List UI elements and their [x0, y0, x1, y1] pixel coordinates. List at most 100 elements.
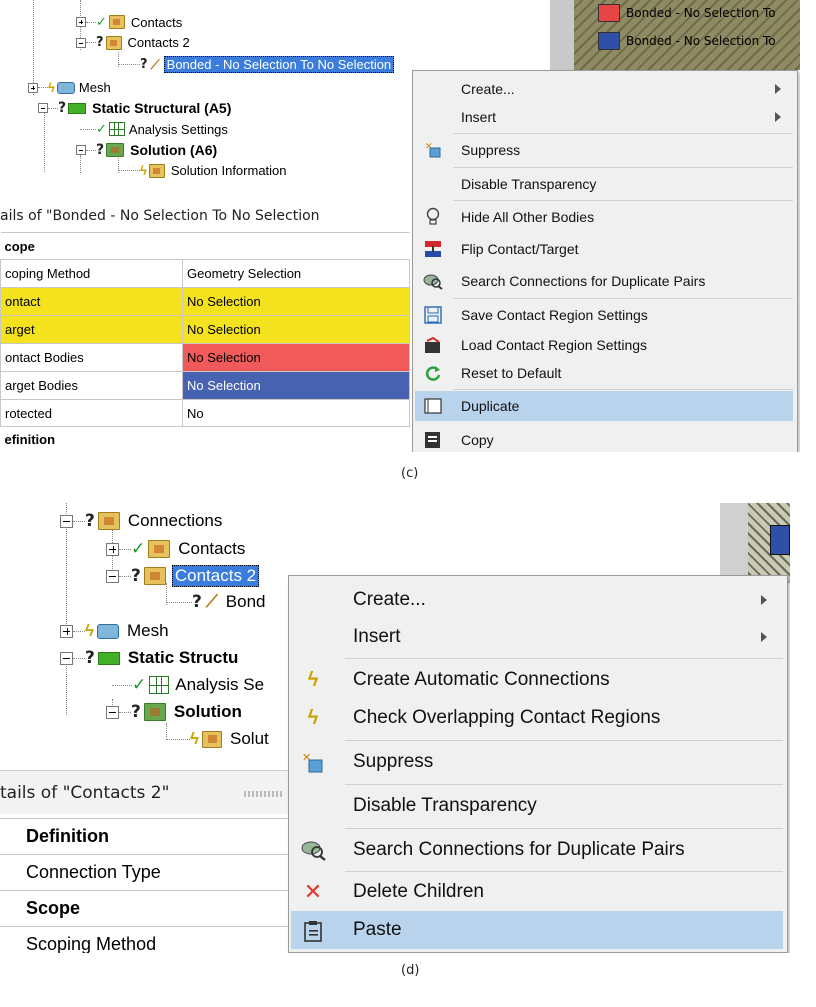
submenu-arrow-icon [761, 632, 767, 642]
expand-icon[interactable] [106, 542, 119, 556]
tree-item-solution[interactable]: ? Solution [106, 702, 242, 722]
menu-item-disable-transparency[interactable]: Disable Transparency [413, 169, 797, 199]
tree-item-bonded[interactable]: ? ⟋ Bonded - No Selection To No Selectio… [118, 56, 395, 73]
details-value[interactable]: No Selection [182, 315, 410, 344]
collapse-icon[interactable] [60, 651, 73, 665]
menu-item-hide-all-other-bodies[interactable]: Hide All Other Bodies [413, 202, 797, 232]
details-row[interactable]: coping Method Geometry Selection [0, 259, 410, 288]
details-row[interactable]: arget No Selection [0, 315, 410, 344]
details-section-label: Scope [0, 890, 290, 927]
tree-item-contacts[interactable]: ✓ Contacts [106, 539, 245, 559]
menu-item-reset-to-default[interactable]: Reset to Default [413, 358, 797, 388]
details-row[interactable]: Connection Type [0, 854, 290, 891]
tree-item-analysis-settings[interactable]: ✓ Analysis Settings [80, 121, 228, 137]
tree-item-solution-information[interactable]: ϟ Solut [166, 729, 269, 749]
menu-item-search-connections[interactable]: Search Connections for Duplicate Pairs [413, 266, 797, 296]
tree-label: Contacts [130, 14, 183, 30]
legend-label: Bonded - No Selection To [626, 6, 776, 20]
menu-label: Insert [461, 109, 497, 125]
scrollbar[interactable] [720, 503, 748, 583]
details-value[interactable]: No Selection [182, 287, 410, 316]
search-connections-icon [423, 271, 443, 291]
graphics-viewport[interactable]: Bonded - No Selection To Bonded - No Sel… [550, 0, 800, 70]
info-icon [202, 730, 222, 748]
menu-item-insert[interactable]: Insert [289, 619, 787, 655]
tree-item-connections[interactable]: ? Connections [60, 511, 222, 531]
menu-item-suppress[interactable]: ✕ Suppress [289, 744, 787, 780]
expand-icon[interactable] [76, 17, 86, 27]
tree-item-analysis-settings[interactable]: ✓ Analysis Se [112, 675, 264, 695]
menu-item-suppress[interactable]: ✕ Suppress [413, 135, 797, 165]
menu-label: Suppress [461, 142, 521, 158]
menu-label: Create Automatic Connections [353, 669, 610, 690]
tree-item-solution[interactable]: ? Solution (A6) [76, 142, 217, 158]
folder-open-icon [423, 335, 443, 355]
tree-item-solution-information[interactable]: ϟ Solution Information [118, 163, 287, 178]
tree-item-bonded[interactable]: ? ⟋ Bond [166, 592, 265, 612]
collapse-icon[interactable] [76, 145, 86, 155]
delete-icon: ✕ [303, 879, 323, 904]
details-value[interactable]: No Selection [182, 343, 410, 372]
menu-item-save-contact-region[interactable]: Save Contact Region Settings [413, 300, 797, 330]
details-value[interactable]: Geometry Selection [182, 259, 410, 288]
details-value[interactable]: No [182, 399, 410, 427]
collapse-icon[interactable] [38, 103, 48, 113]
menu-item-paste[interactable]: Paste [291, 911, 783, 949]
graphics-viewport[interactable] [720, 503, 790, 583]
question-icon: ? [192, 592, 202, 612]
collapse-icon[interactable] [60, 514, 73, 528]
menu-item-create[interactable]: Create... [289, 582, 787, 618]
expand-icon[interactable] [60, 624, 73, 638]
tree-item-contacts-2[interactable]: ? Contacts 2 [106, 565, 260, 587]
details-section-label: cope [0, 232, 410, 260]
context-menu: Create... Insert ✕ Suppress Disable Tran… [412, 70, 798, 452]
details-value[interactable]: No Selection [182, 371, 410, 400]
collapse-icon[interactable] [76, 37, 86, 48]
tree-label-selected: Contacts 2 [171, 565, 260, 587]
menu-separator [453, 133, 793, 134]
question-icon: ? [96, 142, 105, 158]
menu-label: Disable Transparency [353, 795, 537, 816]
menu-label: Duplicate [461, 398, 520, 414]
details-row[interactable]: Scoping Method [0, 926, 290, 953]
tree-item-static-structural[interactable]: ? Static Structu [60, 648, 238, 668]
folder-icon [108, 15, 125, 29]
analysis-settings-icon [149, 676, 170, 694]
tree-item-mesh[interactable]: ϟ Mesh [60, 621, 169, 641]
tree-item-contacts-2[interactable]: ? Contacts 2 [76, 35, 190, 50]
menu-item-delete-children[interactable]: ✕ Delete Children [289, 874, 787, 910]
menu-item-load-contact-region[interactable]: Load Contact Region Settings [413, 330, 797, 360]
expand-icon[interactable] [28, 82, 38, 93]
details-row[interactable]: ontact No Selection [0, 287, 410, 316]
collapse-icon[interactable] [106, 569, 119, 583]
tree-label: Solut [230, 729, 269, 748]
scrollbar[interactable] [550, 0, 574, 70]
menu-label: Search Connections for Duplicate Pairs [461, 273, 706, 289]
menu-item-check-overlapping[interactable]: ϟ Check Overlapping Contact Regions [289, 700, 787, 736]
tree-item-contacts[interactable]: ✓ Contacts [76, 14, 182, 30]
collapse-icon[interactable] [106, 705, 119, 719]
menu-label: Disable Transparency [461, 176, 597, 192]
suppress-icon: ✕ [423, 139, 445, 161]
caption-c: (c) [401, 466, 419, 481]
menu-item-flip-contact-target[interactable]: Flip Contact/Target [413, 234, 797, 264]
tree-item-mesh[interactable]: ϟ Mesh [28, 80, 111, 95]
tree-item-static-structural[interactable]: ? Static Structural (A5) [38, 100, 231, 116]
tree-label: Static Structu [127, 648, 239, 667]
details-row-section: cope [0, 232, 410, 260]
menu-item-create-automatic-connections[interactable]: ϟ Create Automatic Connections [289, 662, 787, 698]
menu-item-search-connections[interactable]: Search Connections for Duplicate Pairs [289, 832, 787, 868]
details-header: tails of "Contacts 2" [0, 770, 290, 814]
menu-item-disable-transparency[interactable]: Disable Transparency [289, 788, 787, 824]
details-row[interactable]: arget Bodies No Selection [0, 371, 410, 400]
details-row[interactable]: ontact Bodies No Selection [0, 343, 410, 372]
menu-item-duplicate[interactable]: Duplicate [415, 391, 793, 421]
submenu-arrow-icon [775, 84, 781, 94]
menu-item-create[interactable]: Create... [413, 75, 797, 103]
menu-label: Insert [353, 626, 401, 647]
menu-item-insert[interactable]: Insert [413, 103, 797, 131]
body-color-swatch [770, 525, 790, 555]
menu-item-copy[interactable]: Copy [413, 425, 797, 452]
check-icon: ✓ [131, 539, 146, 558]
details-row[interactable]: rotected No [0, 399, 410, 427]
